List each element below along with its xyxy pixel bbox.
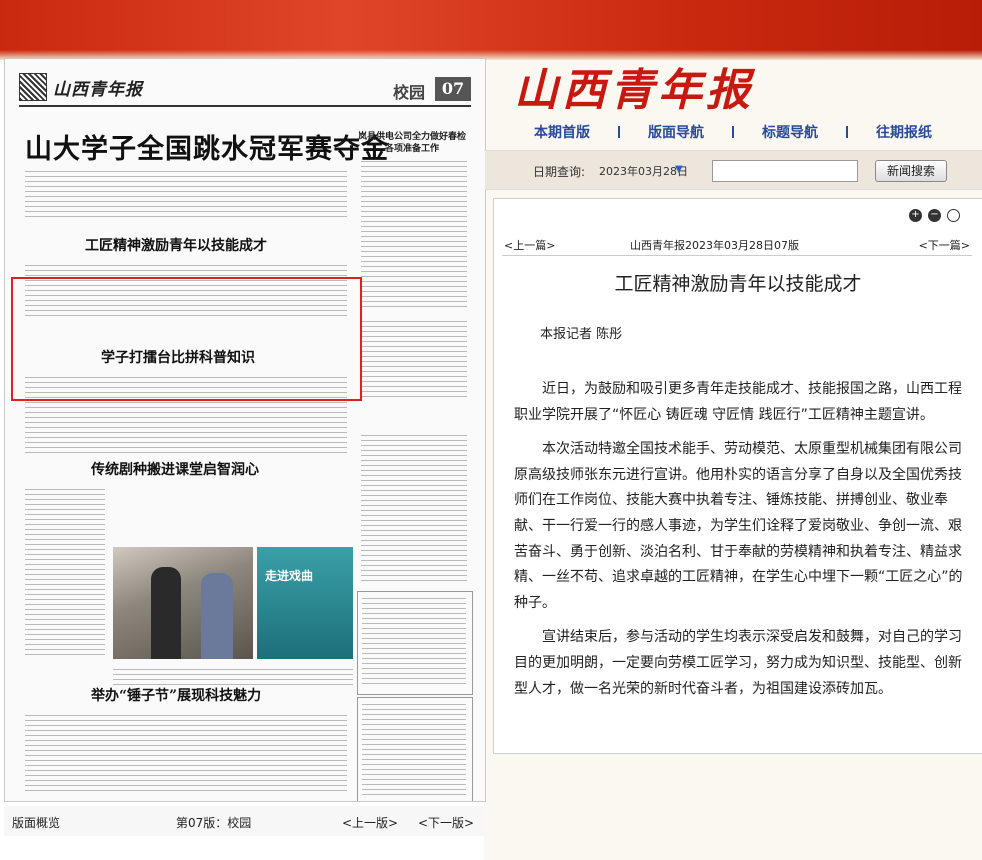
article-paragraph: 宣讲结束后，参与活动的学生均表示深受启发和鼓舞，对自己的学习目的更加明朗，一定要… xyxy=(514,629,962,697)
triangle-down-icon[interactable]: ▼ xyxy=(675,164,683,175)
text-block xyxy=(361,435,467,585)
nav-separator xyxy=(732,126,734,138)
zoom-reset-icon[interactable] xyxy=(947,209,960,222)
nav-item-page-nav[interactable]: 版面导航 xyxy=(648,122,704,142)
notice-box xyxy=(357,591,473,695)
zoom-in-icon[interactable]: + xyxy=(909,209,922,222)
article-author: 本报记者 陈彤 xyxy=(540,327,623,342)
text-block xyxy=(25,171,347,219)
selected-article-highlight[interactable] xyxy=(11,277,362,401)
news-photo-2: 走进戏曲 xyxy=(257,547,353,659)
headline-highlighted[interactable]: 工匠精神激励青年以技能成才 xyxy=(85,235,267,255)
zoom-tools: + − xyxy=(909,209,960,222)
text-block xyxy=(362,598,466,688)
prev-page-link[interactable]: <上一版> xyxy=(342,814,398,831)
date-query-label: 日期查询: xyxy=(533,165,586,179)
site-logo: 山西青年报 xyxy=(514,65,754,116)
article-paragraph: 本次活动特邀全国技术能手、劳动模范、太原重型机械集团有限公司原高级技师张东元进行… xyxy=(514,441,963,611)
newspaper-page[interactable]: 山西青年报 校园 07 山大学子全国跳水冠军赛夺金 岚县供电公司全力做好春检各项… xyxy=(4,58,486,802)
prev-article-link[interactable]: <上一篇> xyxy=(504,237,555,253)
photo-caption-text: 走进戏曲 xyxy=(265,569,314,583)
zoom-out-icon[interactable]: − xyxy=(928,209,941,222)
news-search-button[interactable]: 新闻搜索 xyxy=(875,160,947,182)
nav-separator xyxy=(618,126,620,138)
paper-section: 校园 xyxy=(393,83,426,102)
article-panel: + − <上一篇> 山西青年报2023年03月28日07版 <下一篇> 工匠精神… xyxy=(493,198,982,754)
article-paragraph: 近日，为鼓励和吸引更多青年走技能成才、技能报国之路，山西工程职业学院开展了“怀匠… xyxy=(514,381,962,423)
top-nav: 本期首版 版面导航 标题导航 往期报纸 xyxy=(534,122,932,142)
date-query-bar: 日期查询: 2023年03月28日 ▼ 新闻搜索 xyxy=(485,150,982,190)
search-input[interactable] xyxy=(712,160,858,182)
page-overview-link[interactable]: 版面概览 xyxy=(12,814,60,831)
paper-logo: 山西青年报 xyxy=(53,80,143,100)
next-article-link[interactable]: <下一篇> xyxy=(919,237,970,253)
text-block xyxy=(361,161,467,311)
text-block xyxy=(25,715,347,795)
headline-side[interactable]: 岚县供电公司全力做好春检各项准备工作 xyxy=(357,131,467,155)
text-block xyxy=(362,704,466,796)
headline-5[interactable]: 举办“锤子节”展现科技魅力 xyxy=(91,685,261,705)
headline-4[interactable]: 传统剧种搬进课堂启智润心 xyxy=(91,459,259,479)
nav-item-current-front[interactable]: 本期首版 xyxy=(534,122,590,142)
news-photo xyxy=(113,547,253,659)
next-page-link[interactable]: <下一版> xyxy=(418,814,474,831)
article-body: 近日，为鼓励和吸引更多青年走技能成才、技能报国之路，山西工程职业学院开展了“怀匠… xyxy=(514,377,964,711)
page-footer-bar: 版面概览 第07版：校园 <上一版> <下一版> xyxy=(4,806,484,836)
qr-code-icon xyxy=(19,73,47,101)
text-block xyxy=(25,489,105,659)
nav-item-title-nav[interactable]: 标题导航 xyxy=(762,122,818,142)
top-banner xyxy=(0,0,982,60)
nav-separator xyxy=(846,126,848,138)
article-source: 山西青年报2023年03月28日07版 xyxy=(630,239,799,252)
current-page-label[interactable]: 第07版：校园 xyxy=(176,814,251,831)
article-title: 工匠精神激励青年以技能成才 xyxy=(614,273,862,295)
paper-page-number: 07 xyxy=(435,77,471,101)
notice-box-2 xyxy=(357,697,473,801)
nav-item-archive[interactable]: 往期报纸 xyxy=(876,122,932,142)
text-block xyxy=(361,321,467,397)
headline-main[interactable]: 山大学子全国跳水冠军赛夺金 xyxy=(25,127,389,166)
paper-rule xyxy=(19,105,471,107)
article-divider xyxy=(502,255,972,256)
